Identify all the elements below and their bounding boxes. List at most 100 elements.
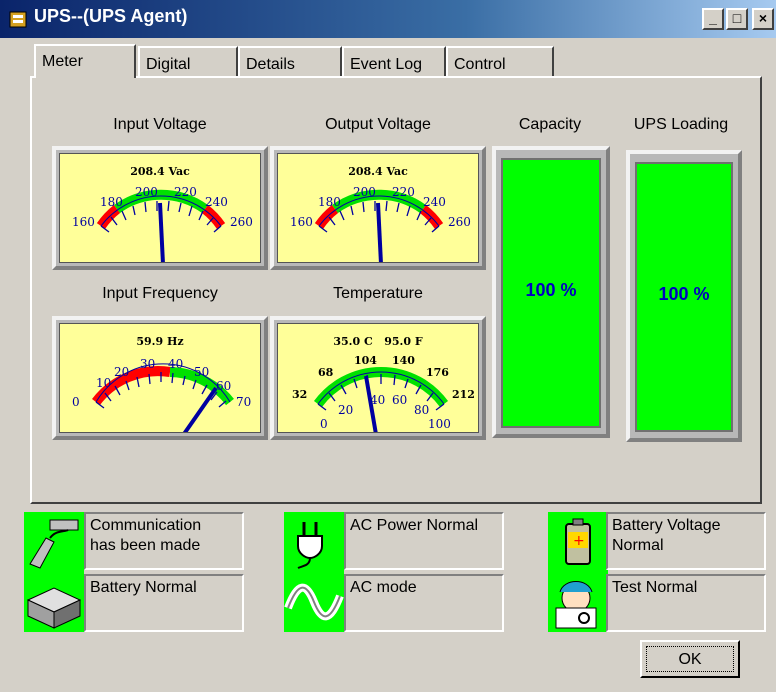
input-frequency-tick-0: 0 [72,395,80,409]
output-voltage-tick-180: 180 [318,195,341,209]
output-voltage-tick-160: 160 [290,215,313,229]
capacity-bar-fill: 100 % [501,158,601,428]
close-icon: × [758,10,768,26]
communication-status: Communication has been made [84,512,244,570]
doctor-icon [548,572,608,632]
tab-meter-label: Meter [42,53,83,70]
capacity-label: Capacity [518,116,582,133]
output-voltage-gauge: 208.4 Vac 160 180 200 220 240 260 [270,146,486,270]
output-voltage-label: Output Voltage [325,116,431,133]
ups-loading-bar: 100 % [626,150,742,442]
tab-control[interactable]: Control [446,46,554,76]
ac-power-status-text: AC Power Normal [350,517,479,534]
input-voltage-tick-180: 180 [100,195,123,209]
input-frequency-gauge: 59.9 Hz 0 10 20 30 40 50 60 70 [52,316,268,440]
input-voltage-gauge: 208.4 Vac 160 180 200 220 240 260 [52,146,268,270]
input-frequency-tick-20: 20 [114,365,129,379]
ups-agent-window: UPS--(UPS Agent) _ □ × Meter Digital Det… [0,0,776,692]
input-frequency-tick-70: 70 [236,395,251,409]
input-voltage-tick-220: 220 [174,185,197,199]
output-voltage-needle [376,202,383,262]
battery-voltage-status-line1: Battery Voltage [612,517,721,534]
test-status-text: Test Normal [612,579,698,596]
test-status: Test Normal [606,574,766,632]
ups-loading-bar-fill: 100 % [635,162,733,432]
title-bar[interactable]: UPS--(UPS Agent) _ □ × [0,0,776,38]
minimize-icon: _ [709,10,717,26]
output-voltage-tick-260: 260 [448,215,471,229]
output-voltage-tick-220: 220 [392,185,415,199]
temperature-gauge: 35.0 C 95.0 F 32 68 104 140 176 212 0 20… [270,316,486,440]
battery-pack-icon [24,572,84,632]
minimize-button[interactable]: _ [702,8,724,30]
ac-mode-status-text: AC mode [350,579,417,596]
temperature-tick-f-68: 68 [318,366,334,379]
input-frequency-label: Input Frequency [102,285,218,302]
svg-text:+: + [573,533,585,549]
temperature-meter-face: 35.0 C 95.0 F 32 68 104 140 176 212 0 20… [277,323,479,433]
input-voltage-meter-face: 208.4 Vac 160 180 200 220 240 260 [59,153,261,263]
output-voltage-tick-200: 200 [353,185,376,199]
output-voltage-meter-face: 208.4 Vac 160 180 200 220 240 260 [277,153,479,263]
temperature-tick-f-104: 104 [354,354,377,367]
input-frequency-tick-40: 40 [168,357,183,371]
temperature-tick-c-20: 20 [338,403,353,417]
input-frequency-tick-30: 30 [140,357,155,371]
temperature-label: Temperature [333,285,423,302]
ups-app-icon [8,9,28,34]
close-button[interactable]: × [752,8,774,30]
maximize-button[interactable]: □ [726,8,748,30]
temperature-tick-c-0: 0 [320,417,328,431]
input-voltage-tick-260: 260 [230,215,253,229]
ac-mode-status: AC mode [344,574,504,632]
temperature-tick-c-60: 60 [392,393,407,407]
temperature-tick-f-140: 140 [392,354,415,367]
maximize-icon: □ [732,10,742,26]
temperature-tick-f-32: 32 [292,388,307,401]
tab-event-log-label: Event Log [350,56,423,73]
tab-event-log[interactable]: Event Log [342,46,446,76]
input-frequency-needle [182,386,218,432]
window-title: UPS--(UPS Agent) [34,6,188,26]
input-voltage-label: Input Voltage [113,116,207,133]
input-frequency-tick-50: 50 [194,365,209,379]
input-voltage-tick-200: 200 [135,185,158,199]
ups-loading-value: 100 % [658,284,710,304]
serial-cable-icon [24,512,84,572]
input-frequency-meter-face: 59.9 Hz 0 10 20 30 40 50 60 70 [59,323,261,433]
temperature-tick-c-100: 100 [428,417,451,431]
ups-loading-label: UPS Loading [633,116,729,133]
input-voltage-dial: 160 180 200 220 240 260 [72,185,253,262]
communication-status-line2: has been made [90,537,201,554]
tab-digital-label: Digital [146,56,191,73]
tab-details-label: Details [246,56,295,73]
sine-wave-icon [284,572,344,632]
temperature-dial: 32 68 104 140 176 212 0 20 40 60 80 100 [292,354,475,432]
input-voltage-tick-240: 240 [205,195,228,209]
ok-button[interactable]: OK [640,640,740,678]
communication-status-line1: Communication [90,517,202,534]
battery-status: Battery Normal [84,574,244,632]
temperature-tick-f-212: 212 [452,388,475,401]
input-frequency-tick-60: 60 [216,379,231,393]
input-frequency-tick-10: 10 [96,376,111,390]
power-plug-icon [284,512,344,572]
output-voltage-tick-240: 240 [423,195,446,209]
capacity-value: 100 % [525,280,577,300]
input-voltage-needle [158,202,165,262]
tab-control-label: Control [454,56,506,73]
ok-button-label: OK [646,646,734,672]
input-frequency-dial: 0 10 20 30 40 50 60 70 [72,357,251,432]
battery-voltage-status: Battery Voltage Normal [606,512,766,570]
tab-digital[interactable]: Digital [138,46,238,76]
output-voltage-dial: 160 180 200 220 240 260 [290,185,471,262]
ac-power-status: AC Power Normal [344,512,504,570]
input-voltage-tick-160: 160 [72,215,95,229]
capacity-bar: 100 % [492,146,610,438]
tab-details[interactable]: Details [238,46,342,76]
battery-icon: + [548,512,608,572]
tab-meter[interactable]: Meter [34,44,136,78]
battery-voltage-status-line2: Normal [612,537,664,554]
temperature-tick-f-176: 176 [426,366,449,379]
battery-status-text: Battery Normal [90,579,197,596]
